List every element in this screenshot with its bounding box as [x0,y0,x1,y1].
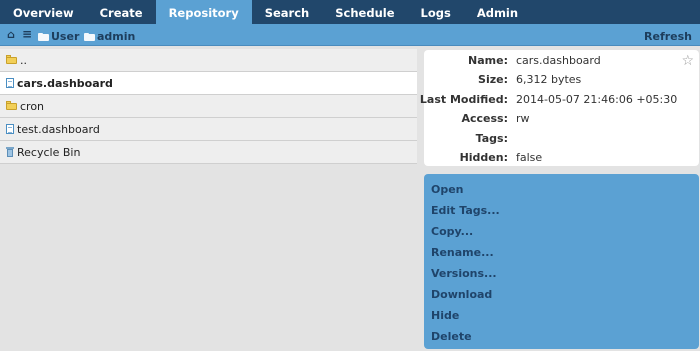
list-item-recycle-bin[interactable]: Recycle Bin [0,141,417,164]
breadcrumb-label: admin [97,30,136,43]
edit-tags-action[interactable]: Edit Tags... [431,204,500,217]
file-name: test.dashboard [17,122,100,136]
hide-action[interactable]: Hide [431,309,459,322]
home-icon[interactable]: ⌂ [7,28,15,41]
list-item-cron[interactable]: cron [0,95,417,118]
refresh-button[interactable]: Refresh [644,30,692,43]
download-action[interactable]: Download [431,288,492,301]
breadcrumb-item-admin[interactable]: admin [84,30,135,43]
breadcrumb-item-user[interactable]: User [38,30,79,43]
tab-logs[interactable]: Logs [408,0,464,24]
property-label: Access: [461,112,508,125]
folder-icon [6,101,17,110]
property-label: Last Modified: [419,93,508,106]
file-list: .. cars.dashboard cron test.dashboard Re… [0,49,417,164]
file-name: cars.dashboard [17,76,113,90]
file-name: .. [20,53,27,67]
property-label: Name: [468,54,508,67]
recycle-bin-icon [6,147,14,157]
tab-overview[interactable]: Overview [0,0,87,24]
property-value: 6,312 bytes [516,73,582,86]
breadcrumb: ⌂ ≡ User admin Refresh [0,24,700,46]
property-value: rw [516,112,530,125]
top-nav: Overview Create Repository Search Schedu… [0,0,700,24]
tab-schedule[interactable]: Schedule [322,0,407,24]
dashboard-file-icon [6,78,14,88]
property-value: 2014-05-07 21:46:06 +05:30 [516,93,678,106]
file-name: cron [20,99,45,113]
list-item-test-dashboard[interactable]: test.dashboard [0,118,417,141]
property-label: Hidden: [459,151,508,164]
file-name: Recycle Bin [17,145,81,159]
properties-panel: ☆ Name: cars.dashboard Size: 6,312 bytes… [420,50,699,166]
property-hidden: Hidden: false [424,151,699,165]
property-tags: Tags: [424,132,699,146]
breadcrumb-label: User [51,30,80,43]
property-size: Size: 6,312 bytes [424,73,699,87]
tab-admin[interactable]: Admin [464,0,531,24]
list-item-cars-dashboard[interactable]: cars.dashboard [0,72,417,95]
property-label: Size: [478,73,508,86]
open-action[interactable]: Open [431,183,464,196]
copy-action[interactable]: Copy... [431,225,473,238]
folder-icon [38,32,49,41]
tab-repository[interactable]: Repository [155,0,252,24]
property-value: cars.dashboard [516,54,601,67]
property-name: Name: cars.dashboard [424,54,699,68]
list-item-parent[interactable]: .. [0,49,417,72]
tab-create[interactable]: Create [87,0,156,24]
property-access: Access: rw [424,112,699,126]
versions-action[interactable]: Versions... [431,267,497,280]
property-last-modified: Last Modified: 2014-05-07 21:46:06 +05:3… [420,93,699,107]
dashboard-file-icon [6,124,14,134]
actions-panel: Open Edit Tags... Copy... Rename... Vers… [424,174,699,349]
delete-action[interactable]: Delete [431,330,472,343]
property-value: false [516,151,543,164]
folder-icon [6,55,17,64]
property-label: Tags: [475,132,508,145]
rename-action[interactable]: Rename... [431,246,494,259]
folder-icon [84,32,95,41]
tab-search[interactable]: Search [252,0,323,24]
menu-icon[interactable]: ≡ [22,27,32,41]
